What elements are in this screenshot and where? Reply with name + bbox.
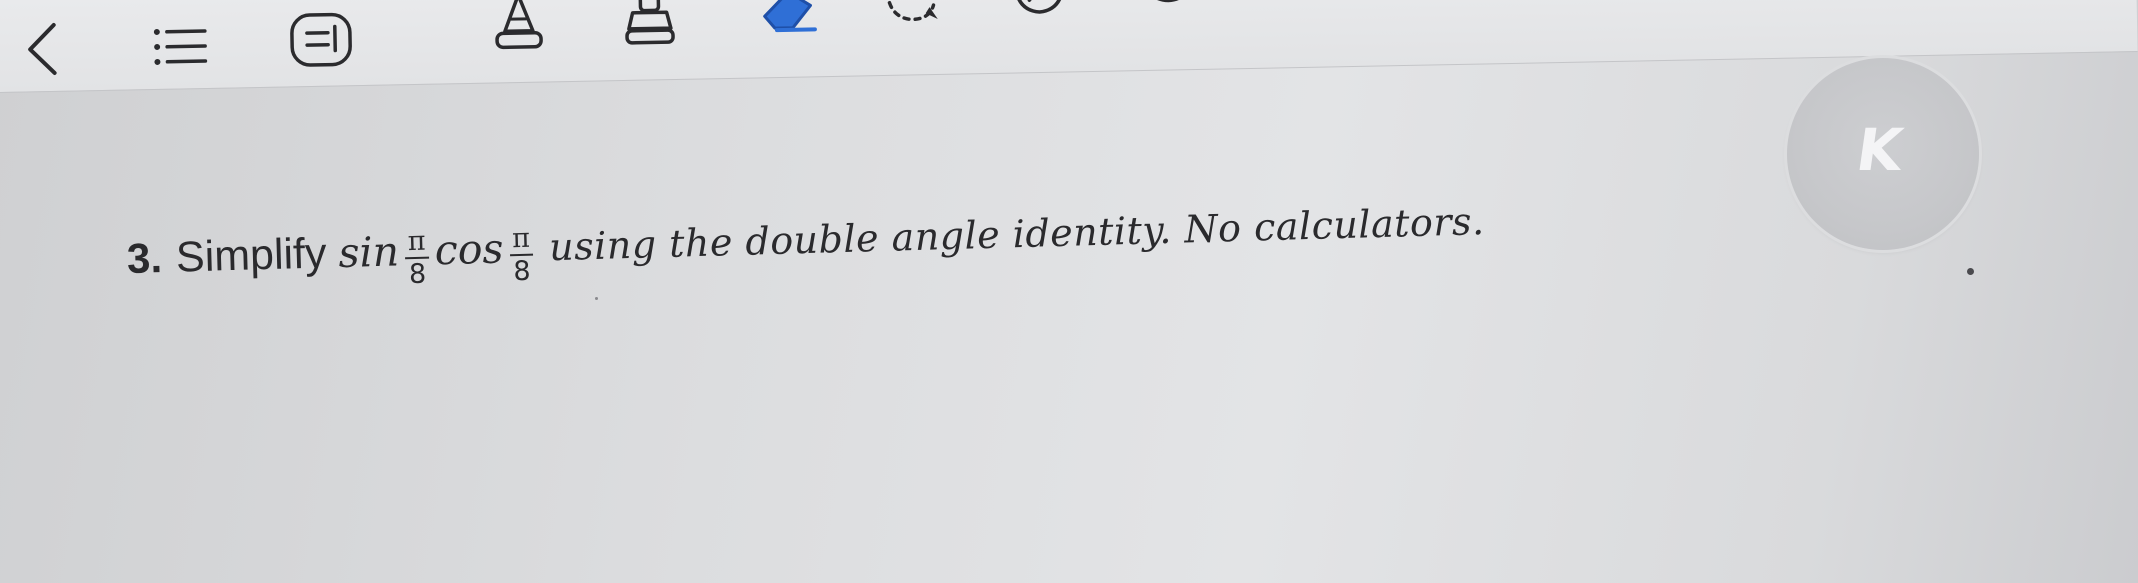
back-button[interactable] (17, 19, 68, 80)
shape-button[interactable] (1008, 0, 1071, 21)
chevron-left-icon (28, 22, 57, 75)
list-icon (153, 28, 208, 65)
fraction-denominator: 8 (512, 255, 531, 288)
problem-verb: Simplify (175, 228, 328, 282)
problem-number: 3. (126, 234, 163, 282)
sine-function: sin (337, 227, 400, 278)
timer-icon (1143, 0, 1193, 3)
highlighter-button[interactable] (488, 0, 549, 57)
fraction-numerator: π (508, 223, 534, 257)
menu-box-button[interactable] (286, 9, 355, 70)
screen-speck (595, 297, 598, 300)
lasso-button[interactable] (878, 0, 945, 27)
fraction-pi-over-8: π 8 (404, 226, 430, 292)
top-toolbar (0, 0, 2138, 93)
lasso-icon (885, 0, 938, 22)
fraction-pi-over-8: π 8 (508, 223, 535, 289)
floating-k-button[interactable]: K (1787, 58, 1979, 250)
timer-button[interactable] (1138, 0, 1198, 4)
menu-box-icon (290, 12, 352, 67)
problem-3: 3. Simplify sin π 8 cos π 8 using the do… (126, 189, 1485, 291)
eraser-button[interactable] (753, 0, 820, 36)
eraser-icon (763, 0, 817, 33)
fraction-numerator: π (404, 226, 429, 260)
highlighter-icon (495, 0, 543, 50)
k-logo-icon: K (1851, 116, 1907, 184)
fraction-denominator: 8 (408, 258, 427, 291)
stamp-button[interactable] (618, 0, 681, 52)
stamp-icon (625, 0, 675, 45)
cosine-function: cos (434, 224, 505, 275)
list-button[interactable] (149, 20, 210, 73)
shape-icon (1013, 0, 1065, 14)
screen-speck (1967, 268, 1974, 275)
problem-instructions: using the double angle identity. No calc… (548, 199, 1486, 270)
